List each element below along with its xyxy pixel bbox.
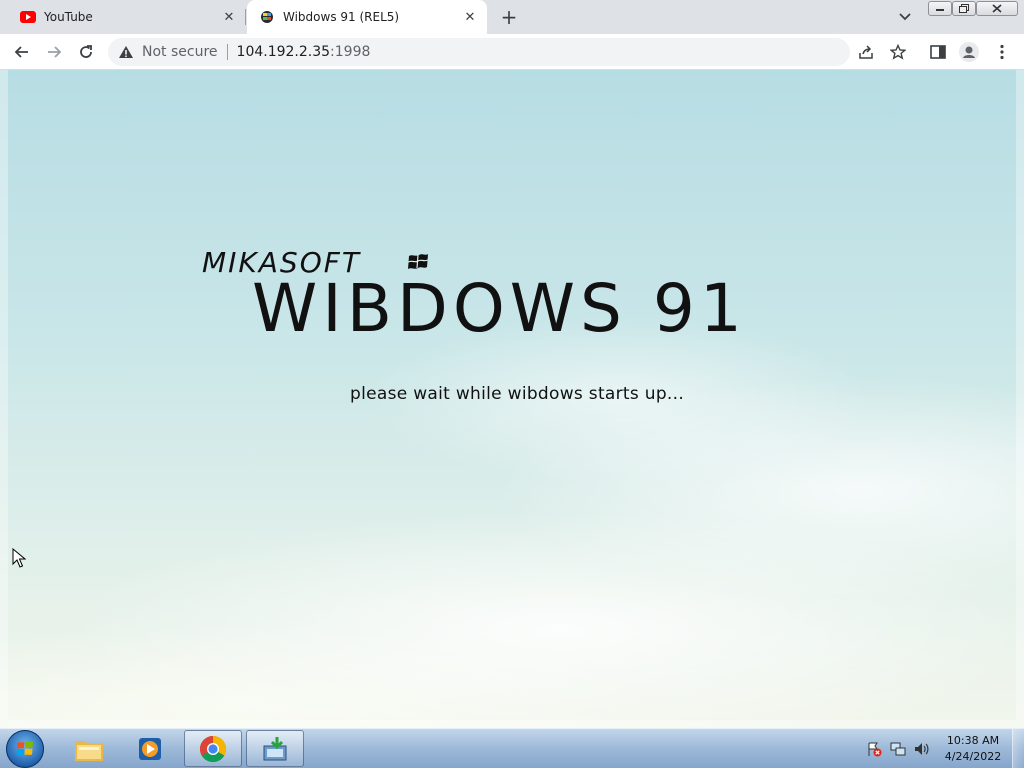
address-bar[interactable]: Not secure 104.192.2.35 :1998 <box>108 38 850 66</box>
tab-title: Wibdows 91 (REL5) <box>283 10 400 24</box>
back-icon[interactable] <box>11 41 33 63</box>
taskbar: 10:38 AM 4/24/2022 <box>0 728 1024 769</box>
tab-strip: YouTube ✕ Wibdows 91 (REL5) ✕ + <box>0 0 1024 34</box>
network-icon[interactable] <box>890 741 906 757</box>
url-port: :1998 <box>330 44 371 60</box>
system-tray <box>862 729 942 769</box>
media-player-icon[interactable] <box>121 730 179 767</box>
close-window-button[interactable] <box>976 1 1018 16</box>
browser-toolbar: Not secure 104.192.2.35 :1998 <box>0 34 1024 70</box>
star-icon[interactable] <box>887 41 909 63</box>
new-tab-button[interactable]: + <box>499 5 519 29</box>
show-desktop-button[interactable] <box>1012 729 1024 769</box>
menu-icon[interactable] <box>991 41 1013 63</box>
close-tab-icon[interactable]: ✕ <box>220 8 238 26</box>
reload-icon[interactable] <box>75 41 97 63</box>
product-title: WIBDOWS 91 <box>252 270 747 347</box>
wibdows-flag-icon <box>407 253 429 271</box>
clock-time: 10:38 AM <box>946 734 1000 747</box>
warning-icon[interactable] <box>118 44 134 60</box>
volume-icon[interactable] <box>914 741 930 757</box>
minimize-window-button[interactable] <box>928 1 952 16</box>
windows-explorer-icon[interactable] <box>60 730 118 767</box>
youtube-icon <box>20 9 36 25</box>
tab-divider <box>245 9 246 25</box>
tab-youtube[interactable]: YouTube ✕ <box>8 0 246 34</box>
share-icon[interactable] <box>855 41 877 63</box>
url-host: 104.192.2.35 <box>236 44 331 60</box>
mouse-cursor-icon <box>12 547 27 568</box>
forward-icon[interactable] <box>43 41 65 63</box>
taskbar-clock[interactable]: 10:38 AM 4/24/2022 <box>944 733 1002 765</box>
action-center-flag-icon[interactable] <box>866 741 882 757</box>
profile-icon[interactable] <box>958 41 980 63</box>
status-message: please wait while wibdows starts up... <box>350 384 685 404</box>
side-panel-icon[interactable] <box>927 41 949 63</box>
start-button[interactable] <box>6 730 44 768</box>
tab-wibdows[interactable]: Wibdows 91 (REL5) ✕ <box>247 0 487 34</box>
close-tab-icon[interactable]: ✕ <box>461 8 479 26</box>
tab-search-icon[interactable] <box>897 9 913 25</box>
clock-date: 4/24/2022 <box>944 750 1002 763</box>
wibdows-icon <box>259 9 275 25</box>
address-separator <box>226 44 228 60</box>
restore-window-button[interactable] <box>952 1 976 16</box>
chrome-icon[interactable] <box>184 730 242 767</box>
page-content: MIKASOFT WIBDOWS 91 please wait while wi… <box>0 70 1024 728</box>
security-label[interactable]: Not secure <box>142 44 218 60</box>
installer-icon[interactable] <box>246 730 304 767</box>
tab-title: YouTube <box>44 10 93 24</box>
